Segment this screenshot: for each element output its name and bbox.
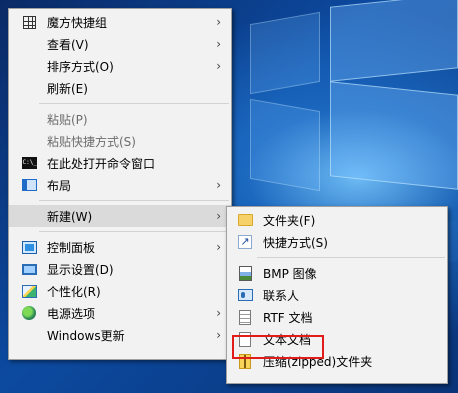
menu-item-label: BMP 图像 — [263, 266, 317, 281]
wallpaper-pane — [330, 81, 458, 190]
submenu-item-folder[interactable]: 文件夹(F) — [227, 209, 447, 231]
layout-icon — [21, 177, 37, 193]
chevron-right-icon: › — [216, 328, 221, 342]
submenu-item-rtf-document[interactable]: RTF 文档 — [227, 306, 447, 328]
bitmap-icon — [237, 265, 253, 281]
menu-item-label: 显示设置(D) — [47, 262, 114, 277]
menu-item-label: 查看(V) — [47, 37, 89, 52]
power-icon — [21, 305, 37, 321]
menu-item-label: 在此处打开命令窗口 — [47, 156, 156, 171]
chevron-right-icon: › — [216, 178, 221, 192]
command-prompt-glyph: C:\_ — [21, 157, 37, 169]
highlight-box — [232, 335, 324, 359]
chevron-right-icon: › — [216, 209, 221, 223]
menu-item-label: 魔方快捷组 — [47, 15, 108, 30]
rtf-document-icon — [237, 309, 253, 325]
menu-item-label: 布局 — [47, 178, 72, 193]
menu-item-paste: 粘贴(P) — [9, 108, 231, 130]
menu-item-paste-shortcut: 粘贴快捷方式(S) — [9, 130, 231, 152]
wallpaper-pane — [250, 98, 320, 192]
chevron-right-icon: › — [216, 15, 221, 29]
grid-icon — [21, 14, 37, 30]
desktop-context-menu: 魔方快捷组 › 查看(V) › 排序方式(O) › 刷新(E) 粘贴(P) 粘贴… — [8, 8, 232, 360]
menu-item-new[interactable]: 新建(W) › — [9, 205, 231, 227]
command-prompt-icon: C:\_ — [21, 155, 37, 171]
menu-item-display-settings[interactable]: 显示设置(D) — [9, 258, 231, 280]
menu-separator — [39, 200, 229, 201]
display-icon — [21, 261, 37, 277]
chevron-right-icon: › — [216, 37, 221, 51]
menu-item-refresh[interactable]: 刷新(E) — [9, 77, 231, 99]
chevron-right-icon: › — [216, 59, 221, 73]
menu-item-personalize[interactable]: 个性化(R) — [9, 280, 231, 302]
folder-icon — [237, 212, 253, 228]
menu-item-label: 新建(W) — [47, 209, 93, 224]
chevron-right-icon: › — [216, 306, 221, 320]
submenu-item-shortcut[interactable]: ↗ 快捷方式(S) — [227, 231, 447, 253]
submenu-item-bmp-image[interactable]: BMP 图像 — [227, 262, 447, 284]
wallpaper-pane — [250, 11, 320, 95]
menu-item-layout[interactable]: 布局 › — [9, 174, 231, 196]
control-panel-icon — [21, 239, 37, 255]
submenu-item-contact[interactable]: 联系人 — [227, 284, 447, 306]
menu-item-windows-update[interactable]: Windows更新 › — [9, 324, 231, 346]
chevron-right-icon: › — [216, 240, 221, 254]
menu-separator — [39, 231, 229, 232]
shortcut-icon: ↗ — [237, 234, 253, 250]
menu-item-label: 个性化(R) — [47, 284, 101, 299]
menu-item-label: 联系人 — [263, 288, 300, 303]
menu-item-label: RTF 文档 — [263, 310, 313, 325]
menu-item-power-options[interactable]: 电源选项 › — [9, 302, 231, 324]
wallpaper-pane — [330, 0, 458, 82]
shortcut-glyph: ↗ — [238, 235, 252, 249]
menu-item-label: 电源选项 — [47, 306, 96, 321]
menu-item-label: 排序方式(O) — [47, 59, 114, 74]
personalize-icon — [21, 283, 37, 299]
menu-item-label: 粘贴快捷方式(S) — [47, 134, 136, 149]
menu-item-label: Windows更新 — [47, 328, 125, 343]
menu-item-label: 粘贴(P) — [47, 112, 88, 127]
contact-icon — [237, 287, 253, 303]
menu-item-view[interactable]: 查看(V) › — [9, 33, 231, 55]
menu-item-label: 快捷方式(S) — [263, 235, 328, 250]
menu-separator — [257, 257, 445, 258]
menu-item-mofang[interactable]: 魔方快捷组 › — [9, 11, 231, 33]
menu-item-sort-by[interactable]: 排序方式(O) › — [9, 55, 231, 77]
menu-item-label: 控制面板 — [47, 240, 96, 255]
menu-item-label: 文件夹(F) — [263, 213, 316, 228]
menu-separator — [39, 103, 229, 104]
menu-item-control-panel[interactable]: 控制面板 › — [9, 236, 231, 258]
menu-item-label: 刷新(E) — [47, 81, 88, 96]
menu-item-open-command-window[interactable]: C:\_ 在此处打开命令窗口 — [9, 152, 231, 174]
